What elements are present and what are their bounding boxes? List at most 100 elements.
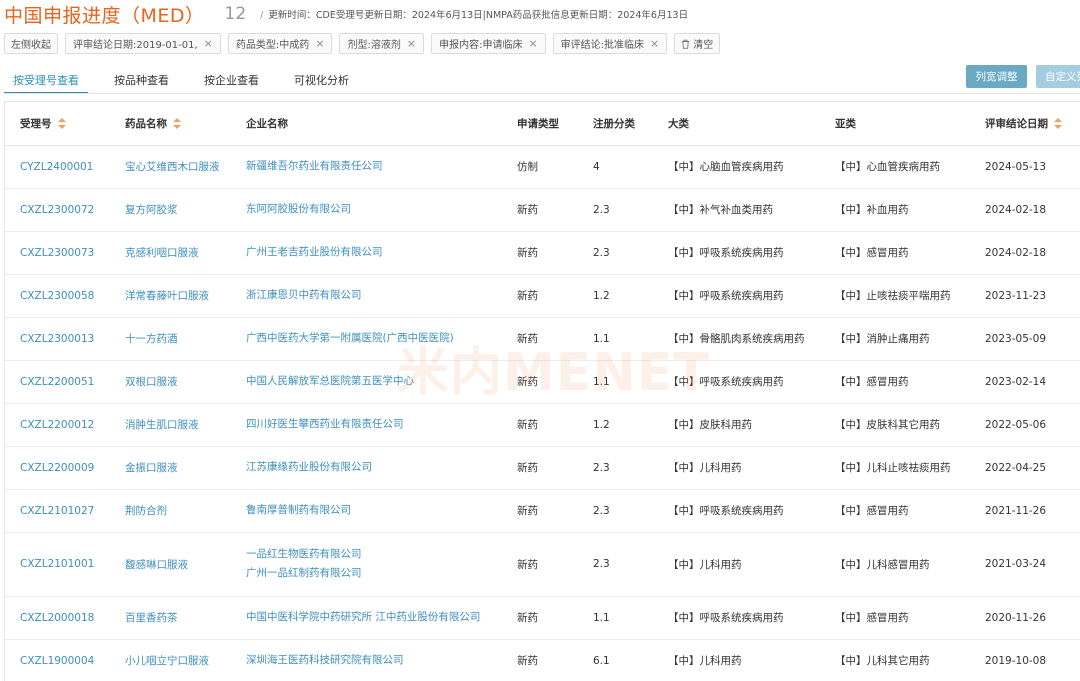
major-category-cell: 【中】呼吸系统疾病用药 xyxy=(653,231,820,275)
sub-category-cell: 【中】感冒用药 xyxy=(820,489,970,533)
company-link[interactable]: 一品红生物医药有限公司 广州一品红制药有限公司 xyxy=(231,532,502,597)
review-date-cell: 2023-02-14 xyxy=(970,360,1080,404)
acceptance-no-link[interactable]: CYZL2400001 xyxy=(5,145,110,189)
company-name[interactable]: 广西中医药大学第一附属医院(广西中医医院) xyxy=(246,329,502,348)
close-icon[interactable]: × xyxy=(407,37,416,50)
registration-class-cell: 2.3 xyxy=(578,489,653,533)
acceptance-no-link[interactable]: CXZL2200051 xyxy=(5,360,110,404)
drug-name-link[interactable]: 洋常春藤叶口服液 xyxy=(110,274,231,318)
drug-name-link[interactable]: 荆防合剂 xyxy=(110,489,231,533)
close-icon[interactable]: × xyxy=(315,37,324,50)
adjust-column-width-button[interactable]: 列宽调整 xyxy=(966,65,1027,88)
acceptance-no-link[interactable]: CXZL2101027 xyxy=(5,489,110,533)
col-header-review-date[interactable]: 评审结论日期 xyxy=(970,102,1080,146)
company-name[interactable]: 深圳海王医药科技研究院有限公司 xyxy=(246,651,502,670)
acceptance-no-link[interactable]: CXZL1900004 xyxy=(5,639,110,681)
col-header-label: 评审结论日期 xyxy=(985,117,1048,130)
sort-icon[interactable] xyxy=(57,118,66,130)
company-name[interactable]: 四川好医生攀西药业有限责任公司 xyxy=(246,415,502,434)
drug-name-link[interactable]: 十一方药酒 xyxy=(110,317,231,361)
filter-chip-dosage-form[interactable]: 剂型:溶液剂 × xyxy=(339,33,425,54)
drug-name-link[interactable]: 馥感啉口服液 xyxy=(110,532,231,597)
drug-name-link[interactable]: 百里香药茶 xyxy=(110,596,231,640)
table-row[interactable]: CXZL2101027 荆防合剂 鲁南厚普制药有限公司 新药 2.3 【中】呼吸系统疾病用… xyxy=(5,489,1080,533)
company-link[interactable]: 广西中医药大学第一附属医院(广西中医医院) xyxy=(231,317,502,361)
company-link[interactable]: 四川好医生攀西药业有限责任公司 xyxy=(231,403,502,447)
col-header-drug-name[interactable]: 药品名称 xyxy=(110,102,231,146)
custom-columns-button[interactable]: 自定义列 xyxy=(1036,65,1080,88)
drug-name-link[interactable]: 消肿生肌口服液 xyxy=(110,403,231,447)
company-link[interactable]: 浙江康恩贝中药有限公司 xyxy=(231,274,502,318)
company-link[interactable]: 中国中医科学院中药研究所 江中药业股份有限公司 xyxy=(231,596,502,640)
company-name[interactable]: 广州王老吉药业股份有限公司 xyxy=(246,243,502,262)
table-row[interactable]: CXZL2300072 复方阿胶浆 东阿阿胶股份有限公司 新药 2.3 【中】补气补血类用… xyxy=(5,188,1080,232)
tab-by-company[interactable]: 按企业查看 xyxy=(195,66,268,94)
close-icon[interactable]: × xyxy=(650,37,659,50)
tab-visual-analysis[interactable]: 可视化分析 xyxy=(285,66,358,94)
table-row[interactable]: CXZL2300073 克感利咽口服液 广州王老吉药业股份有限公司 新药 2.3 【中】呼… xyxy=(5,231,1080,275)
acceptance-no-link[interactable]: CXZL2200012 xyxy=(5,403,110,447)
company-name[interactable]: 一品红生物医药有限公司 xyxy=(246,545,502,564)
registration-class-cell: 6.1 xyxy=(578,639,653,681)
acceptance-no-link[interactable]: CXZL2101001 xyxy=(5,532,110,597)
table-row[interactable]: CXZL2200051 双根口服液 中国人民解放军总医院第五医学中心 新药 1.1 【中】… xyxy=(5,360,1080,404)
close-icon[interactable]: × xyxy=(204,37,213,50)
drug-name-link[interactable]: 金振口服液 xyxy=(110,446,231,490)
drug-name-link[interactable]: 小儿咽立宁口服液 xyxy=(110,639,231,681)
table-row[interactable]: CXZL2300013 十一方药酒 广西中医药大学第一附属医院(广西中医医院) 新药 1… xyxy=(5,317,1080,361)
major-category-cell: 【中】呼吸系统疾病用药 xyxy=(653,596,820,640)
company-link[interactable]: 鲁南厚普制药有限公司 xyxy=(231,489,502,533)
company-link[interactable]: 江苏康缘药业股份有限公司 xyxy=(231,446,502,490)
col-header-label: 受理号 xyxy=(20,117,52,130)
drug-name-link[interactable]: 克感利咽口服液 xyxy=(110,231,231,275)
table-row[interactable]: CXZL2300058 洋常春藤叶口服液 浙江康恩贝中药有限公司 新药 1.2 【中】呼吸… xyxy=(5,274,1080,318)
filter-chip-review-date[interactable]: 评审结论日期:2019-01-01, × xyxy=(65,33,221,54)
company-name[interactable]: 江苏康缘药业股份有限公司 xyxy=(246,458,502,477)
table-row[interactable]: CYZL2400001 宝心艾维西木口服液 新疆维吾尔药业有限责任公司 仿制 4 【中】心… xyxy=(5,145,1080,189)
table-row[interactable]: CXZL2200009 金振口服液 江苏康缘药业股份有限公司 新药 2.3 【中】儿科用药… xyxy=(5,446,1080,490)
col-header-acceptance-no[interactable]: 受理号 xyxy=(5,102,110,146)
application-type-cell: 新药 xyxy=(502,489,578,533)
table-row[interactable]: CXZL2101001 馥感啉口服液 一品红生物医药有限公司 广州一品红制药有限公司新… xyxy=(5,532,1080,597)
company-link[interactable]: 新疆维吾尔药业有限责任公司 xyxy=(231,145,502,189)
registration-class-cell: 1.1 xyxy=(578,360,653,404)
clear-filters-button[interactable]: 清空 xyxy=(674,33,721,54)
company-name[interactable]: 浙江康恩贝中药有限公司 xyxy=(246,286,502,305)
drug-name-link[interactable]: 复方阿胶浆 xyxy=(110,188,231,232)
sort-icon[interactable] xyxy=(173,118,181,130)
acceptance-no-link[interactable]: CXZL2300013 xyxy=(5,317,110,361)
tab-by-variety[interactable]: 按品种查看 xyxy=(105,66,178,94)
company-link[interactable]: 中国人民解放军总医院第五医学中心 xyxy=(231,360,502,404)
company-name[interactable]: 鲁南厚普制药有限公司 xyxy=(246,501,502,520)
drug-name-link[interactable]: 双根口服液 xyxy=(110,360,231,404)
table-row[interactable]: CXZL2200012 消肿生肌口服液 四川好医生攀西药业有限责任公司 新药 1.2 【中… xyxy=(5,403,1080,447)
tab-by-acceptance-no[interactable]: 按受理号查看 xyxy=(4,66,88,94)
sub-category-cell: 【中】皮肤科其它用药 xyxy=(820,403,970,447)
drug-name-link[interactable]: 宝心艾维西木口服液 xyxy=(110,145,231,189)
company-name[interactable]: 新疆维吾尔药业有限责任公司 xyxy=(246,157,502,176)
filter-chip-drug-type[interactable]: 药品类型:中成药 × xyxy=(227,33,333,54)
company-link[interactable]: 广州王老吉药业股份有限公司 xyxy=(231,231,502,275)
acceptance-no-link[interactable]: CXZL2300058 xyxy=(5,274,110,318)
company-name[interactable]: 东阿阿胶股份有限公司 xyxy=(246,200,502,219)
company-name[interactable]: 中国人民解放军总医院第五医学中心 xyxy=(246,372,502,391)
table-row[interactable]: CXZL1900004 小儿咽立宁口服液 深圳海王医药科技研究院有限公司 新药 6.1 【… xyxy=(5,639,1080,681)
major-category-cell: 【中】儿科用药 xyxy=(653,532,820,597)
acceptance-no-link[interactable]: CXZL2300073 xyxy=(5,231,110,275)
acceptance-no-link[interactable]: CXZL2300072 xyxy=(5,188,110,232)
major-category-cell: 【中】呼吸系统疾病用药 xyxy=(653,489,820,533)
collapse-sidebar-button[interactable]: 左侧收起 xyxy=(4,33,58,54)
registration-class-cell: 2.3 xyxy=(578,188,653,232)
sort-icon[interactable] xyxy=(1054,118,1062,130)
table-row[interactable]: CXZL2000018 百里香药茶 中国中医科学院中药研究所 江中药业股份有限公司新… xyxy=(5,596,1080,640)
table-body: CYZL2400001 宝心艾维西木口服液 新疆维吾尔药业有限责任公司 仿制 4 【中】心… xyxy=(5,145,1080,681)
company-name[interactable]: 广州一品红制药有限公司 xyxy=(246,564,502,583)
acceptance-no-link[interactable]: CXZL2200009 xyxy=(5,446,110,490)
filter-chip-application[interactable]: 申报内容:申请临床 × xyxy=(431,33,546,54)
company-link[interactable]: 东阿阿胶股份有限公司 xyxy=(231,188,502,232)
company-name[interactable]: 中国中医科学院中药研究所 江中药业股份有限公司 xyxy=(246,608,502,627)
filter-chip-conclusion[interactable]: 审评结论:批准临床 × xyxy=(552,33,668,54)
acceptance-no-link[interactable]: CXZL2000018 xyxy=(5,596,110,640)
company-link[interactable]: 深圳海王医药科技研究院有限公司 xyxy=(231,639,502,681)
close-icon[interactable]: × xyxy=(528,37,537,50)
